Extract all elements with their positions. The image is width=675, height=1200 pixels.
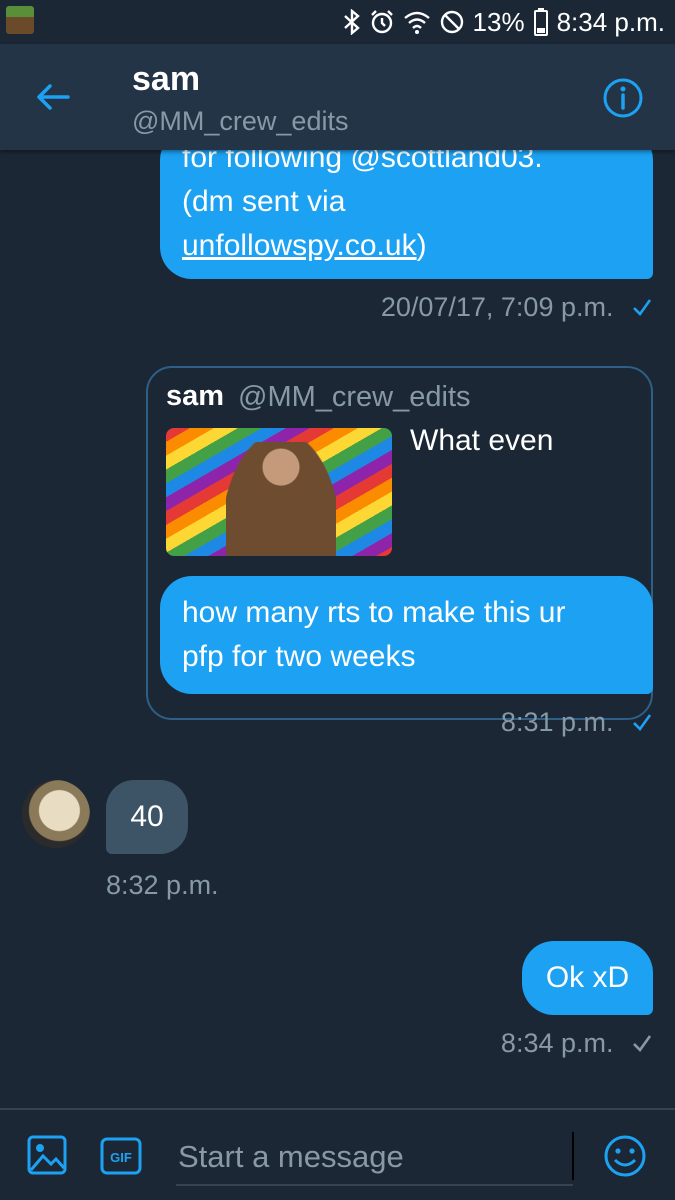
alarm-icon [369,8,395,36]
quoted-tweet-handle: @MM_crew_edits [238,381,471,413]
conversation-header: sam @MM_crew_edits [0,44,675,150]
quoted-tweet-image[interactable] [166,428,392,556]
arrow-left-icon [37,84,70,110]
do-not-disturb-icon [439,8,465,36]
compose-bar: GIF [0,1108,675,1200]
message-timestamp: 8:34 p.m. [500,1028,614,1058]
message-list[interactable]: for following @scottland03. (dm sent via… [0,150,675,1108]
message-timestamp: 8:31 p.m. [500,707,614,737]
smiley-icon [604,1135,646,1177]
status-icons: 13% 8:34 p.m. [343,6,665,38]
notification-app-icon [6,6,34,34]
message-meta: 8:34 p.m. [501,1028,653,1060]
gif-button[interactable]: GIF [100,1136,142,1176]
info-button[interactable] [601,76,645,120]
message-text: (dm sent via [182,185,346,218]
message-bubble-outgoing[interactable]: Ok xD [522,941,653,1015]
battery-icon [533,8,549,36]
message-input[interactable] [176,1130,573,1186]
gif-icon: GIF [100,1137,142,1175]
quoted-tweet-name: sam [166,380,225,412]
check-icon [631,1029,653,1060]
check-icon [631,293,653,324]
message-meta: 20/07/17, 7:09 p.m. [381,292,653,324]
image-icon [27,1135,67,1175]
back-button[interactable] [30,74,76,120]
message-text: pfp for two weeks [182,640,416,673]
wifi-icon [403,8,431,36]
avatar[interactable] [22,780,90,848]
quoted-tweet-text: What even [410,424,554,457]
add-photo-button[interactable] [26,1134,68,1176]
message-text: for following @scottland03. [182,150,543,174]
message-meta: 8:31 p.m. [501,707,653,739]
conversation-name: sam [132,60,201,98]
status-bar: 13% 8:34 p.m. [0,0,675,44]
gif-label: GIF [110,1150,132,1165]
bluetooth-icon [343,8,361,36]
message-timestamp: 20/07/17, 7:09 p.m. [380,292,614,322]
message-link[interactable]: unfollowspy.co.uk [182,229,417,262]
message-bubble-outgoing[interactable]: how many rts to make this ur pfp for two… [160,576,653,694]
message-text: Ok xD [545,961,630,994]
message-timestamp: 8:32 p.m. [106,870,219,900]
message-text: ) [416,229,427,262]
status-time: 8:34 p.m. [556,6,665,37]
message-bubble-outgoing[interactable]: for following @scottland03. (dm sent via… [160,150,653,279]
message-text: how many rts to make this ur [182,596,566,629]
message-text: 40 [130,800,164,833]
conversation-handle: @MM_crew_edits [132,106,349,136]
check-icon [631,708,653,739]
emoji-button[interactable] [603,1134,647,1178]
compose-divider [572,1132,574,1180]
info-icon [603,78,643,118]
battery-percent: 13% [472,6,525,37]
message-bubble-incoming[interactable]: 40 [106,780,188,854]
